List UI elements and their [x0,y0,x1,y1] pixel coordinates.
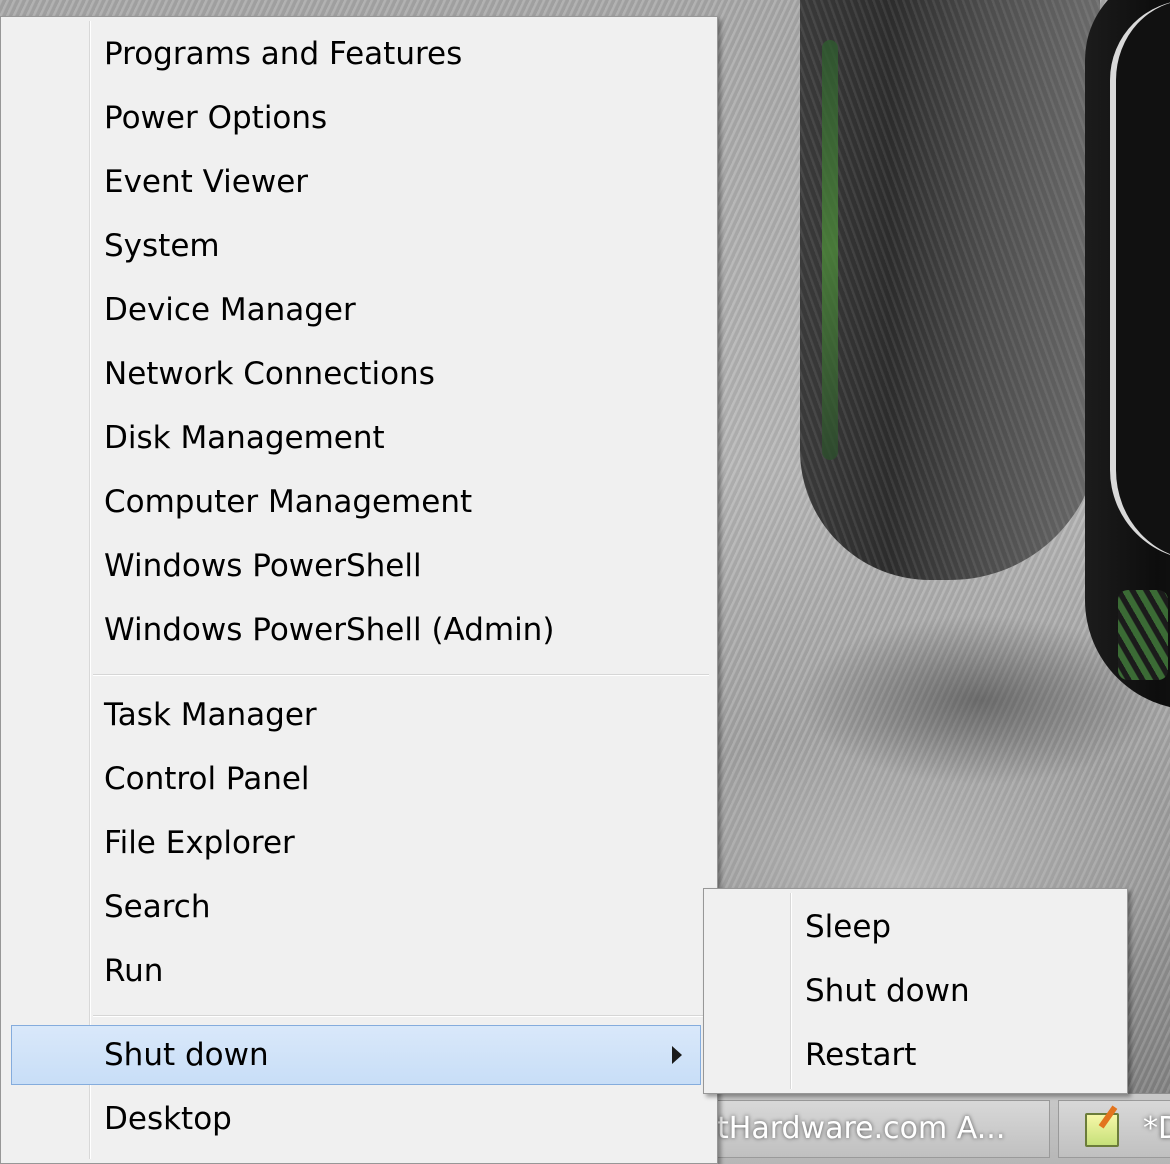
menu-item-event-viewer[interactable]: Event Viewer [11,152,701,212]
taskbar-button-notepad[interactable]: *D [1058,1100,1170,1158]
menu-item-network-connections[interactable]: Network Connections [11,344,701,404]
power-user-menu: Programs and Features Power Options Even… [0,16,718,1164]
taskbar-button-label: tHardware.com A... [717,1111,1006,1146]
wallpaper-tread [1118,590,1168,680]
menu-item-desktop[interactable]: Desktop [11,1089,701,1149]
menu-item-file-explorer[interactable]: File Explorer [11,813,701,873]
menu-item-shut-down[interactable]: Shut down [11,1025,701,1085]
menu-item-control-panel[interactable]: Control Panel [11,749,701,809]
wallpaper-tire-stripe [822,40,838,460]
menu-separator [93,1015,709,1017]
menu-item-disk-management[interactable]: Disk Management [11,408,701,468]
submenu-item-sleep[interactable]: Sleep [708,897,1119,957]
wallpaper-tire [800,0,1100,580]
menu-separator [93,674,709,676]
menu-item-device-manager[interactable]: Device Manager [11,280,701,340]
notepad-icon [1085,1113,1119,1147]
submenu-item-shut-down[interactable]: Shut down [708,961,1119,1021]
menu-item-windows-powershell-admin[interactable]: Windows PowerShell (Admin) [11,600,701,660]
menu-item-windows-powershell[interactable]: Windows PowerShell [11,536,701,596]
menu-item-task-manager[interactable]: Task Manager [11,685,701,745]
submenu-item-restart[interactable]: Restart [708,1025,1119,1085]
menu-item-search[interactable]: Search [11,877,701,937]
menu-item-programs-and-features[interactable]: Programs and Features [11,24,701,84]
menu-item-power-options[interactable]: Power Options [11,88,701,148]
desktop: tHardware.com A... *D Programs and Featu… [0,0,1170,1164]
wallpaper-rim [1110,0,1170,560]
menu-item-computer-management[interactable]: Computer Management [11,472,701,532]
menu-item-shut-down-label: Shut down [104,1037,269,1073]
shut-down-submenu: Sleep Shut down Restart [703,888,1128,1094]
chevron-right-icon [672,1046,682,1064]
menu-item-run[interactable]: Run [11,941,701,1001]
taskbar-button-label: *D [1143,1111,1170,1146]
menu-item-system[interactable]: System [11,216,701,276]
